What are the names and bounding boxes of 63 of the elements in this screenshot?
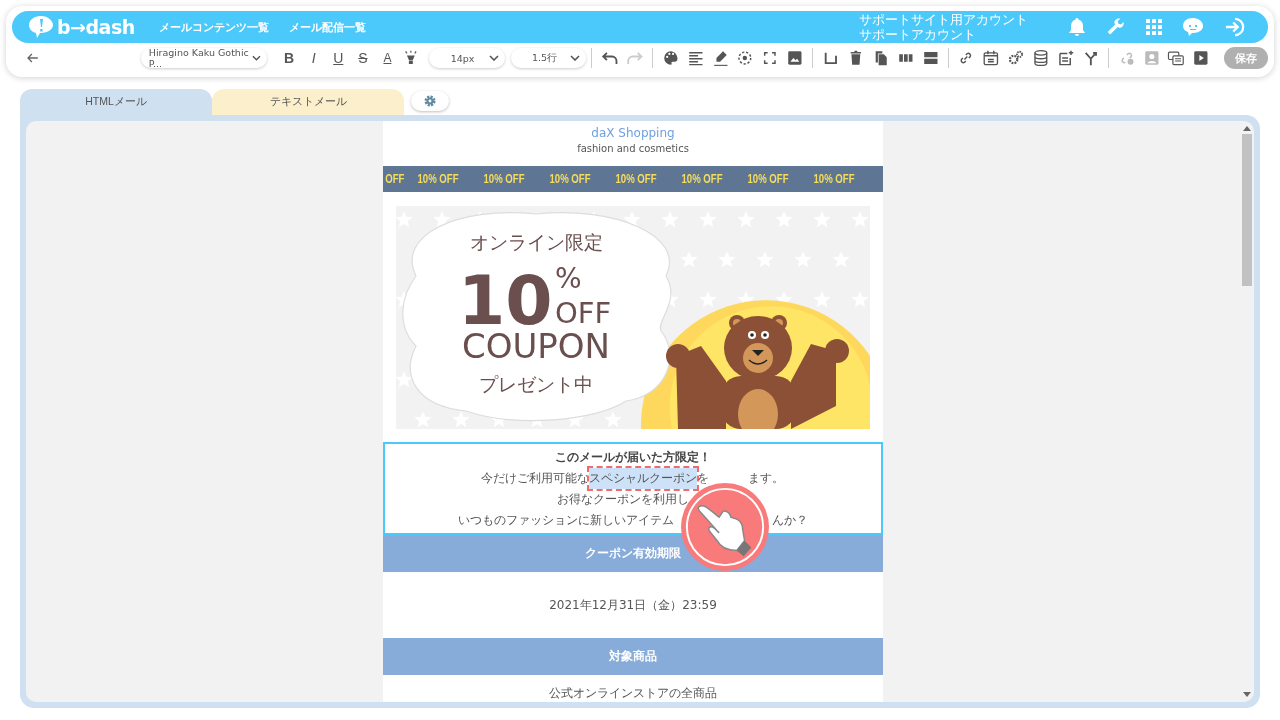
logo-text: b→dash — [57, 16, 135, 38]
discount-text: 10% OFF — [416, 171, 460, 186]
message-text: を — [697, 469, 709, 487]
note-plus-icon[interactable] — [1056, 49, 1075, 67]
calendar-icon[interactable] — [982, 49, 1000, 67]
underline-button[interactable]: U — [326, 50, 351, 66]
scroll-thumb[interactable] — [1242, 134, 1252, 286]
gears-icon[interactable] — [1007, 49, 1025, 67]
strikethrough-button[interactable]: S — [350, 50, 376, 66]
undo-icon[interactable] — [601, 50, 619, 66]
expand-icon[interactable] — [761, 49, 779, 67]
editor-tab[interactable]: テキストメール — [212, 89, 404, 115]
discount-text: 10% OFF — [614, 171, 658, 186]
palette-icon[interactable] — [661, 49, 680, 67]
message-text: ます。 — [748, 469, 784, 487]
caret-icon — [570, 55, 581, 61]
section-text: 2021年12月31日（金）23:59 — [549, 596, 717, 614]
discount-text: OFF — [385, 171, 403, 186]
shop-name: daX Shopping — [591, 125, 675, 141]
banner-tail: プレゼント中 — [479, 372, 593, 395]
font-color-button[interactable]: A — [375, 51, 400, 65]
caret-icon — [251, 55, 261, 61]
banner-percent: % — [555, 261, 582, 295]
image-icon[interactable] — [786, 49, 804, 67]
message-title: このメールが届いた方限定！ — [554, 448, 712, 466]
message-block[interactable]: このメールが届いた方限定！ 今だけご利用可能な スペシャルクーポンを ます。 お得なクーポンを利用し いつものファッションに新しいアイテム んか？ — [383, 441, 883, 535]
tagline: fashion and cosmetics — [577, 142, 689, 156]
banner-off: OFF — [555, 295, 612, 330]
discount-text: 10% OFF — [746, 171, 790, 186]
account-name: サポートサイト用アカウント — [859, 12, 1028, 27]
font-dropdown[interactable]: Hiragino Kaku Gothic P... — [140, 48, 267, 68]
italic-button[interactable]: I — [301, 50, 326, 66]
rows-icon[interactable] — [921, 49, 940, 67]
section-heading: 対象商品 — [383, 638, 883, 675]
message-text: んか？ — [772, 511, 808, 529]
scrollbar[interactable] — [1240, 121, 1254, 702]
database-icon[interactable] — [1032, 49, 1050, 67]
settings-icon — [423, 94, 437, 108]
bold-button[interactable]: B — [276, 50, 302, 66]
message-text: お得なクーポンを利用し — [557, 490, 689, 508]
message-text: 今だけご利用可能な — [481, 469, 589, 487]
back-arrow-icon[interactable] — [27, 53, 39, 63]
selected-text: スペシャルクーポン — [589, 467, 697, 489]
align-left-icon[interactable] — [686, 49, 705, 67]
banner-lead: オンライン限定 — [469, 230, 603, 253]
settings-button[interactable] — [411, 91, 449, 111]
font-size-dropdown[interactable]: 14px — [428, 48, 505, 68]
discount-text: 10% OFF — [482, 171, 526, 186]
account-name: サポートアカウント — [859, 27, 977, 42]
line-height-dropdown[interactable]: 1.5行 — [510, 48, 587, 68]
pen-icon[interactable] — [711, 49, 730, 67]
logo-icon — [28, 15, 54, 39]
scroll-down-icon[interactable] — [1243, 692, 1251, 698]
cards-icon[interactable] — [1167, 49, 1186, 67]
message-text: いつものファッションに新しいアイテム — [458, 511, 674, 529]
play-icon[interactable] — [1192, 49, 1210, 67]
discount-text: 10% OFF — [680, 171, 724, 186]
discount-text: 10% OFF — [548, 171, 592, 186]
caret-icon — [488, 55, 499, 61]
discount-text: 10% OFF — [812, 171, 856, 186]
scroll-up-icon[interactable] — [1243, 125, 1251, 131]
section-text: 公式オンラインストアの全商品 — [549, 685, 717, 702]
editor-tab[interactable]: HTMLメール — [20, 89, 212, 115]
